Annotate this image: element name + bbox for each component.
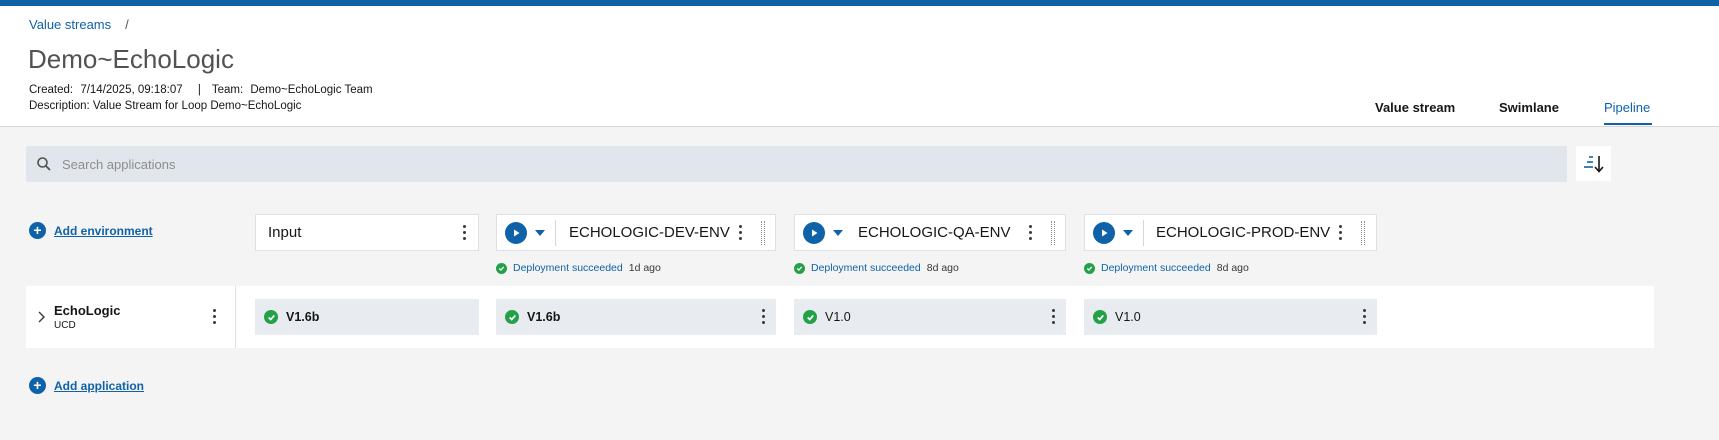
add-circle-icon: + — [29, 377, 46, 394]
chevron-down-icon[interactable] — [535, 229, 545, 236]
play-deploy-icon[interactable] — [505, 221, 527, 244]
application-name[interactable]: EchoLogic — [54, 303, 120, 318]
version-overflow-menu-icon[interactable] — [762, 309, 766, 324]
created-team-line: Created: 7/14/2025, 09:18:07 | Team: Dem… — [29, 84, 377, 96]
version-cell-prod[interactable]: V1.0 — [1084, 299, 1377, 335]
page-header: Value streams / Demo~EchoLogic Created: … — [0, 6, 1719, 127]
version-label: V1.6b — [286, 310, 320, 324]
team-value: Demo~EchoLogic Team — [250, 84, 373, 96]
deployment-status-link[interactable]: Deployment succeeded — [1101, 262, 1211, 274]
divider — [1143, 219, 1144, 246]
description-label: Description: — [29, 100, 90, 112]
drag-handle-icon[interactable] — [1051, 221, 1055, 245]
deployment-time: 1d ago — [628, 262, 661, 274]
search-bar — [26, 146, 1567, 182]
drag-handle-icon[interactable] — [761, 221, 765, 245]
success-check-icon — [496, 262, 507, 274]
version-overflow-menu-icon[interactable] — [1363, 309, 1367, 324]
deployment-status-dev: Deployment succeeded 1d ago — [496, 262, 661, 274]
input-column-label: Input — [268, 224, 302, 241]
add-circle-icon: + — [29, 222, 46, 239]
environment-name: ECHOLOGIC-QA-ENV — [858, 224, 1011, 241]
chevron-right-icon[interactable] — [36, 310, 46, 324]
breadcrumb: Value streams / — [29, 17, 129, 32]
play-deploy-icon[interactable] — [803, 221, 825, 244]
success-check-icon — [803, 310, 817, 324]
environment-overflow-menu-icon[interactable] — [1339, 225, 1343, 240]
version-cell-input[interactable]: V1.6b — [255, 299, 479, 335]
success-check-icon — [1084, 262, 1095, 274]
environment-header-prod: ECHOLOGIC-PROD-ENV — [1084, 214, 1377, 251]
page-title: Demo~EchoLogic — [28, 44, 234, 74]
breadcrumb-value-streams-link[interactable]: Value streams — [29, 17, 111, 32]
application-overflow-menu-icon[interactable] — [213, 309, 217, 324]
environment-overflow-menu-icon[interactable] — [1029, 225, 1033, 240]
description-line: Description: Value Stream for Loop Demo~… — [29, 100, 301, 112]
input-overflow-menu-icon[interactable] — [463, 225, 467, 240]
environment-header-dev: ECHOLOGIC-DEV-ENV — [496, 214, 776, 251]
sort-descending-icon — [1583, 155, 1604, 173]
sort-button[interactable] — [1576, 146, 1611, 181]
add-application-label: Add application — [54, 378, 144, 393]
success-check-icon — [264, 310, 278, 324]
add-environment-button[interactable]: + Add environment — [29, 222, 153, 239]
search-input[interactable] — [62, 156, 1462, 172]
deployment-status-link[interactable]: Deployment succeeded — [513, 262, 623, 274]
add-application-button[interactable]: + Add application — [29, 377, 144, 394]
environment-name: ECHOLOGIC-PROD-ENV — [1156, 224, 1331, 241]
created-label: Created: — [29, 84, 74, 96]
divider — [555, 219, 556, 246]
application-subtitle: UCD — [54, 320, 76, 331]
version-cell-dev[interactable]: V1.6b — [496, 299, 776, 335]
deployment-status-prod: Deployment succeeded 8d ago — [1084, 262, 1249, 274]
deployment-time: 8d ago — [1216, 262, 1249, 274]
version-label: V1.0 — [1115, 310, 1141, 324]
version-label: V1.6b — [527, 310, 561, 324]
deployment-time: 8d ago — [926, 262, 959, 274]
environment-name: ECHOLOGIC-DEV-ENV — [569, 224, 730, 241]
success-check-icon — [794, 262, 805, 274]
tab-swimlane[interactable]: Swimlane — [1499, 100, 1559, 130]
team-label: Team: — [211, 84, 244, 96]
description-value: Value Stream for Loop Demo~EchoLogic — [92, 100, 302, 112]
version-label: V1.0 — [825, 310, 851, 324]
drag-handle-icon[interactable] — [1361, 221, 1365, 245]
application-cell: EchoLogic UCD — [26, 286, 236, 348]
tab-value-stream[interactable]: Value stream — [1375, 100, 1455, 130]
search-icon — [26, 146, 62, 182]
success-check-icon — [1093, 310, 1107, 324]
breadcrumb-separator: / — [125, 17, 129, 32]
chevron-down-icon[interactable] — [1123, 229, 1133, 236]
environment-header-qa: ECHOLOGIC-QA-ENV — [794, 214, 1066, 251]
meta-separator: | — [197, 84, 201, 96]
environment-overflow-menu-icon[interactable] — [739, 225, 743, 240]
version-cell-qa[interactable]: V1.0 — [794, 299, 1066, 335]
tab-pipeline[interactable]: Pipeline — [1604, 100, 1652, 125]
success-check-icon — [505, 310, 519, 324]
deployment-status-link[interactable]: Deployment succeeded — [811, 262, 921, 274]
created-value: 7/14/2025, 09:18:07 — [80, 84, 183, 96]
deployment-status-qa: Deployment succeeded 8d ago — [794, 262, 959, 274]
chevron-down-icon[interactable] — [833, 229, 843, 236]
input-column-header: Input — [255, 214, 479, 251]
play-deploy-icon[interactable] — [1093, 221, 1115, 244]
add-environment-label: Add environment — [54, 223, 153, 238]
version-overflow-menu-icon[interactable] — [1052, 309, 1056, 324]
